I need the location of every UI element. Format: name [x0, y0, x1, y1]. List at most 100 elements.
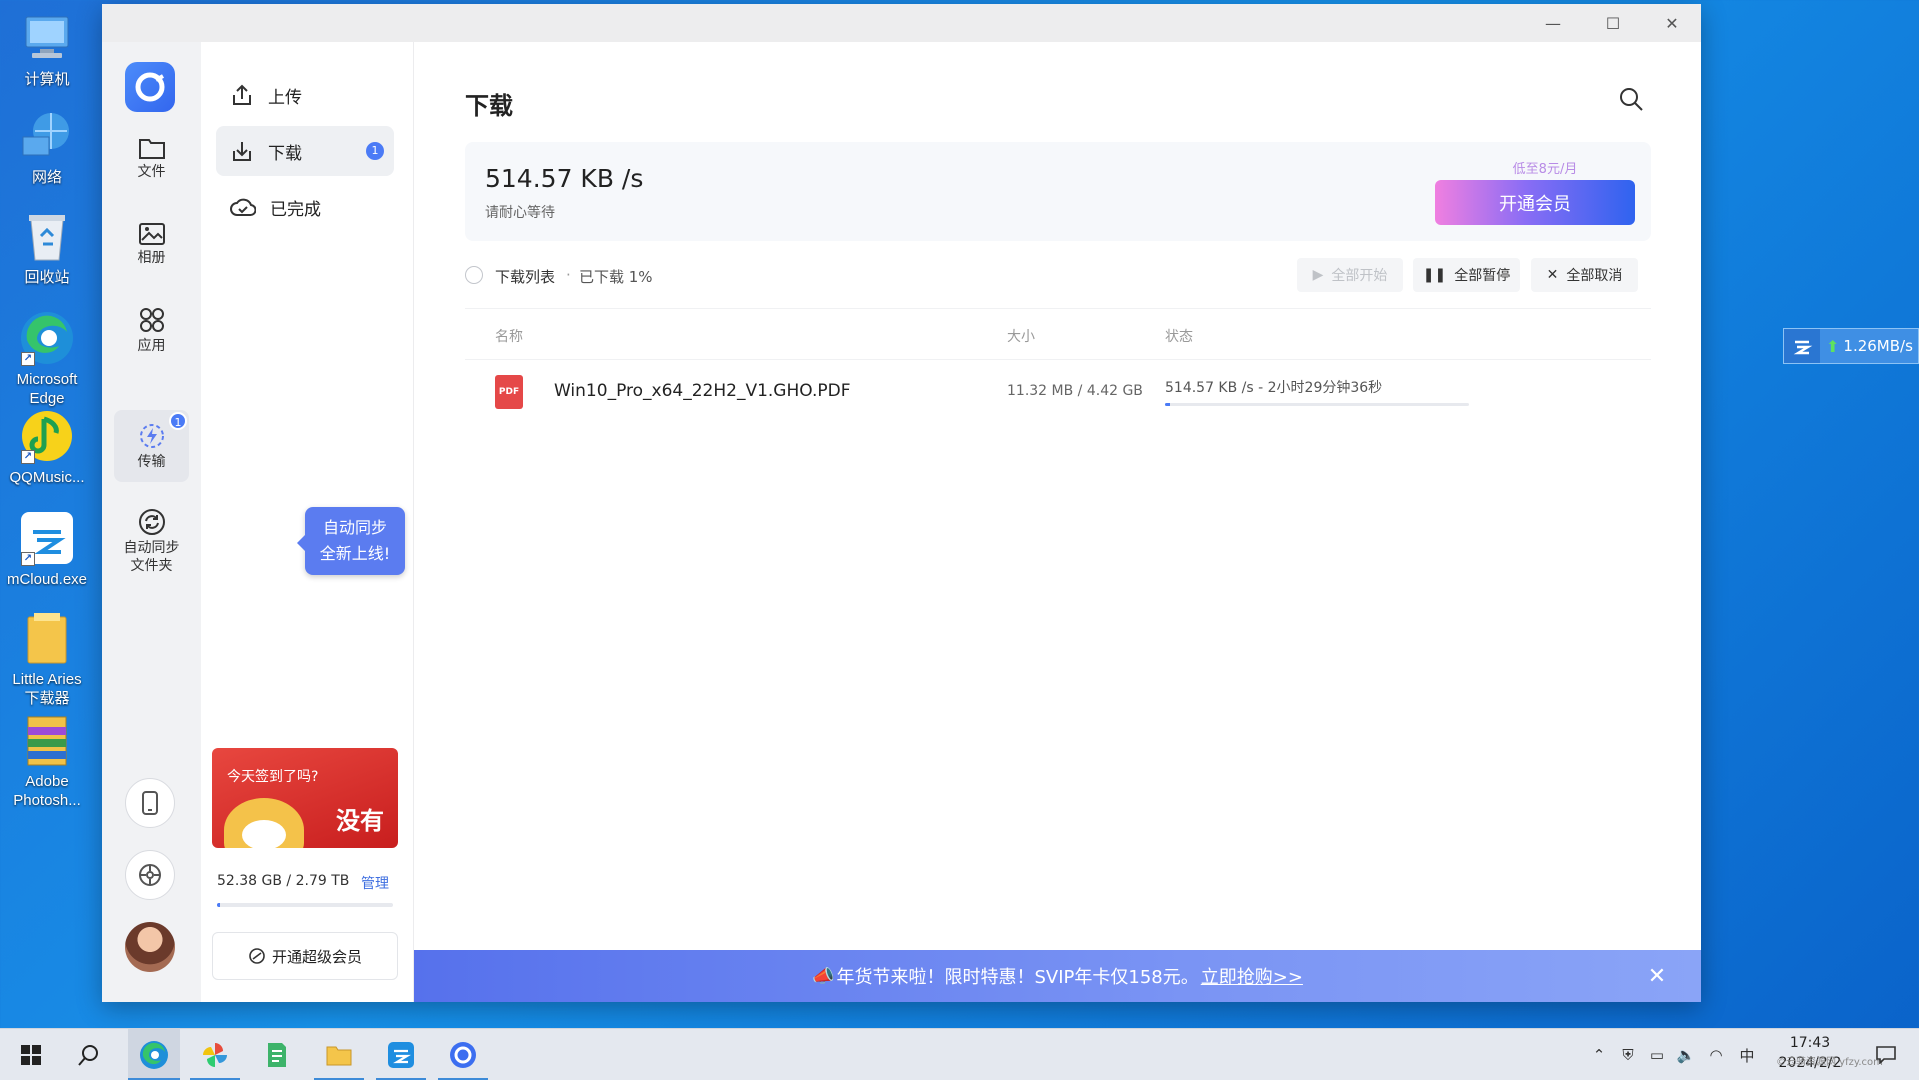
desktop-icon-network[interactable]: 网络: [0, 108, 94, 187]
rail-item-album[interactable]: 相册: [114, 208, 189, 280]
download-icon: [233, 142, 251, 161]
desktop-icon-edge[interactable]: ↗ Microsoft Edge: [0, 310, 94, 408]
tray-network[interactable]: ◠: [1704, 1029, 1728, 1080]
pause-all-button[interactable]: ❚❚ 全部暂停: [1413, 258, 1520, 292]
shield-icon: ⛨: [1622, 1046, 1634, 1064]
storage-bar: [217, 903, 393, 907]
megaphone-icon: 📣: [812, 965, 835, 987]
rail-item-transfer[interactable]: 传输 1: [114, 410, 189, 482]
subnav-item-label: 上传: [268, 87, 302, 108]
maximize-button[interactable]: ☐: [1583, 4, 1643, 42]
desktop-icon-label: mCloud.exe: [6, 571, 88, 588]
shortcut-arrow-icon: ↗: [21, 352, 35, 366]
close-window-button[interactable]: ✕: [1642, 4, 1702, 42]
taskbar-app-pinwheel[interactable]: [190, 1029, 240, 1080]
rail-item-label: 应用: [137, 337, 166, 354]
column-size: 大小: [1007, 329, 1035, 345]
desktop-icon-label: QQMusic...: [9, 469, 85, 486]
taskbar-cloud-client[interactable]: [438, 1029, 488, 1080]
app-logo[interactable]: [125, 62, 175, 112]
mcloud-icon: [388, 1042, 414, 1068]
desktop-icon-little-aries[interactable]: Little Aries 下载器: [0, 610, 94, 708]
desktop-icon-label: Little Aries 下载器: [12, 671, 82, 707]
mobile-device-button[interactable]: [125, 778, 175, 828]
svip-button[interactable]: 开通超级会员: [212, 932, 398, 980]
subnav-item-download[interactable]: 下载 1: [216, 126, 394, 176]
pause-all-label: 全部暂停: [1454, 268, 1511, 284]
storage-bar-fill: [217, 903, 221, 907]
promo-text: 年货节来啦！限时特惠！SVIP年卡仅158元。: [836, 967, 1199, 988]
download-count-badge: 1: [366, 142, 384, 160]
file-progress-fill: [1165, 403, 1170, 406]
taskbar-search-button[interactable]: [64, 1029, 114, 1080]
promo-banner: 📣 年货节来啦！限时特惠！SVIP年卡仅158元。 立即抢购>> ✕: [414, 950, 1701, 1002]
mcloud-icon: ↗: [19, 510, 75, 566]
rail-item-apps[interactable]: 应用: [114, 294, 189, 366]
folder-icon: [138, 138, 165, 159]
tray-battery[interactable]: ▭: [1644, 1029, 1670, 1080]
upload-arrow-icon: ⬆: [1826, 336, 1840, 356]
sync-icon: [138, 508, 165, 535]
taskbar-mcloud[interactable]: [376, 1029, 426, 1080]
minimize-button[interactable]: —: [1523, 4, 1583, 42]
download-speed: 514.57 KB /s: [485, 164, 644, 193]
overall-progress-label: 已下载 1%: [579, 268, 653, 286]
settings-button[interactable]: [125, 850, 175, 900]
subnav-item-upload[interactable]: 上传: [216, 70, 394, 120]
phone-icon: [142, 791, 158, 815]
table-header: 名称 大小 状态: [465, 308, 1651, 360]
search-button[interactable]: [1618, 86, 1648, 116]
apps-icon: [139, 307, 164, 332]
tray-security[interactable]: ⛨: [1616, 1029, 1640, 1080]
mcloud-window: — ☐ ✕ 文件 相册 应用 传输 1 自动同步 文件夹 上传 下载 1 已完成…: [102, 4, 1701, 1002]
promo-buy-link[interactable]: 立即抢购>>: [1201, 963, 1303, 989]
desktop-icon-computer[interactable]: 计算机: [0, 10, 94, 89]
tooltip-line: 全新上线!: [319, 544, 391, 563]
title-bar[interactable]: — ☐ ✕: [102, 4, 1701, 42]
cancel-all-button[interactable]: ✕ 全部取消: [1531, 258, 1638, 292]
open-vip-button[interactable]: 开通会员: [1435, 180, 1635, 225]
promo-close-button[interactable]: ✕: [1643, 962, 1671, 990]
taskbar-edge[interactable]: [128, 1029, 180, 1080]
wifi-icon: ◠: [1709, 1046, 1723, 1064]
auto-sync-tooltip: 自动同步 全新上线!: [297, 507, 405, 575]
rail-item-label: 自动同步 文件夹: [123, 539, 180, 574]
svip-button-label: 开通超级会员: [271, 947, 362, 966]
subnav-item-completed[interactable]: 已完成: [216, 182, 394, 232]
start-all-button[interactable]: ▶ 全部开始: [1297, 258, 1403, 292]
desktop-icon-adobe-photoshop[interactable]: Adobe Photosh...: [0, 712, 94, 810]
avatar[interactable]: [125, 922, 175, 972]
folder-icon: [326, 1046, 352, 1066]
column-name: 名称: [495, 329, 523, 345]
tooltip-line: 自动同步: [322, 518, 387, 537]
daily-signin-banner[interactable]: 今天签到了吗? 没有: [212, 748, 398, 848]
desktop-icon-qqmusic[interactable]: ↗ QQMusic...: [0, 408, 94, 487]
notification-icon: [1876, 1046, 1896, 1064]
desktop-icon-mcloud[interactable]: ↗ mCloud.exe: [0, 510, 94, 589]
notification-center-button[interactable]: [1866, 1029, 1906, 1080]
table-row[interactable]: PDF Win10_Pro_x64_22H2_V1.GHO.PDF 11.32 …: [465, 361, 1651, 423]
chevron-up-icon: ⌃: [1592, 1046, 1606, 1064]
select-all-checkbox[interactable]: [465, 266, 483, 284]
taskbar-file-explorer[interactable]: [314, 1029, 364, 1080]
signin-answer: 没有: [336, 807, 384, 835]
rail-item-auto-sync[interactable]: 自动同步 文件夹: [114, 496, 189, 586]
notepad-icon: [268, 1043, 286, 1067]
desktop-icons: 计算机 网络 回收站 ↗ Microsoft Edge ↗ QQMusic... …: [0, 0, 96, 1025]
taskbar-app-notepad[interactable]: [252, 1029, 302, 1080]
tray-ime[interactable]: 中: [1734, 1029, 1760, 1080]
tray-volume[interactable]: 🔈: [1674, 1029, 1698, 1080]
winrar-icon: [19, 712, 75, 768]
windows-icon: [21, 1045, 41, 1065]
floating-speed-widget[interactable]: ⬆ 1.26MB/s: [1783, 328, 1919, 364]
desktop-icon-recycle-bin[interactable]: 回收站: [0, 208, 94, 287]
separator-dot: ·: [566, 266, 571, 284]
storage-manage-link[interactable]: 管理: [361, 873, 389, 893]
speed-card: 514.57 KB /s 请耐心等待 低至8元/月 开通会员: [465, 142, 1651, 241]
rail-item-files[interactable]: 文件: [114, 122, 189, 194]
start-button[interactable]: [6, 1029, 56, 1080]
tray-overflow-button[interactable]: ⌃: [1588, 1029, 1610, 1080]
file-size: 11.32 MB / 4.42 GB: [1007, 383, 1143, 399]
network-icon: [19, 108, 75, 164]
shortcut-arrow-icon: ↗: [21, 450, 35, 464]
